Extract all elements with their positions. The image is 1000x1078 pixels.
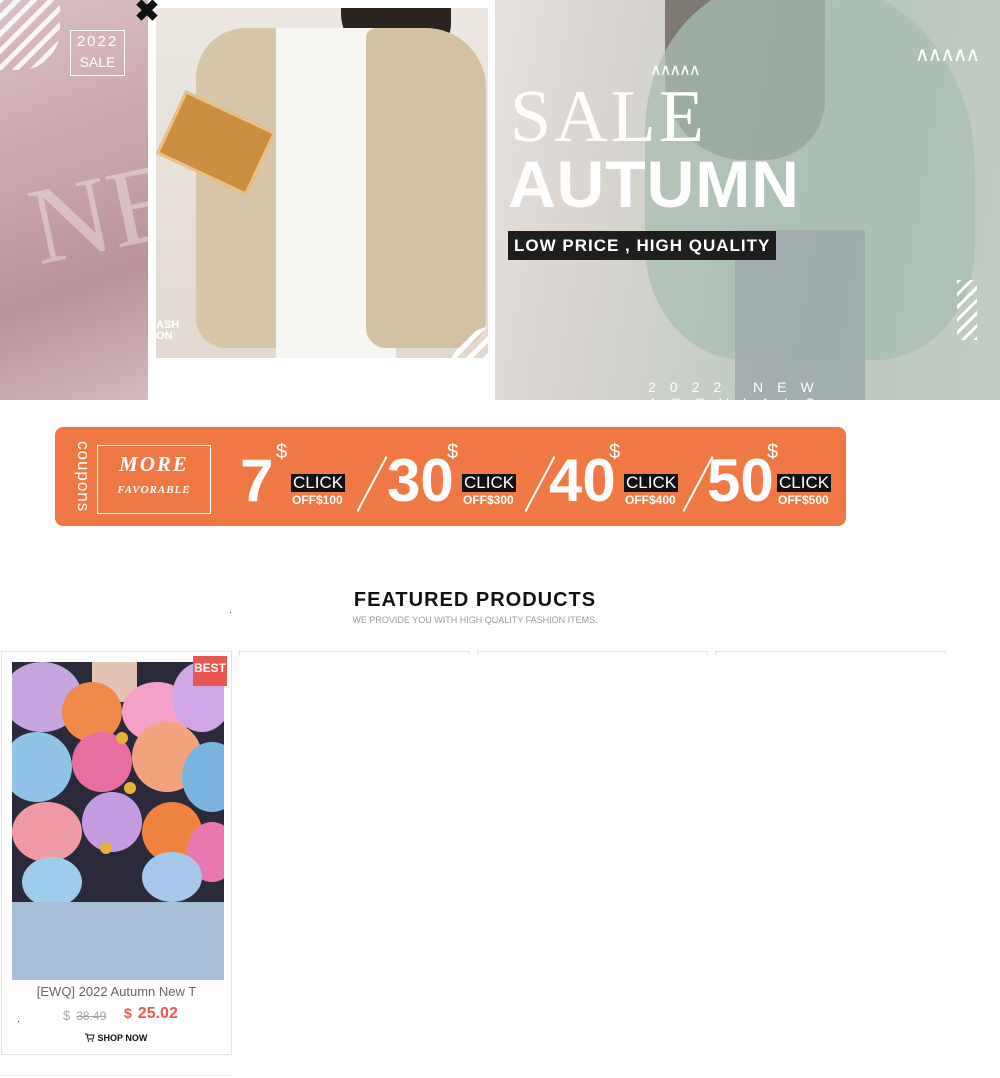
empty-product-card xyxy=(239,651,470,655)
close-icon[interactable]: ✖ xyxy=(134,0,160,27)
img-button xyxy=(124,782,136,794)
photo-cardigan-right xyxy=(366,28,486,348)
coupon-click-button[interactable]: CLICK xyxy=(462,474,517,492)
best-badge: BEST xyxy=(193,656,227,686)
coupon-currency: $ xyxy=(609,441,621,463)
img-patch xyxy=(142,852,202,902)
coupon-currency: $ xyxy=(447,441,459,463)
coupon-amount: 50 xyxy=(707,447,774,514)
coupon-30[interactable]: 30 $ CLICK OFF$300 xyxy=(387,437,527,517)
coupon-off: OFF$100 xyxy=(292,493,343,507)
img-patch xyxy=(22,857,82,907)
zigzag-decoration: ∧∧∧∧∧ xyxy=(915,44,980,66)
more-favorable-box: MORE FAVORABLE xyxy=(97,445,211,514)
img-patch xyxy=(82,792,142,852)
sale-badge: 2022 SALE xyxy=(70,30,125,76)
cart-icon xyxy=(85,1033,98,1043)
stray-dot xyxy=(18,1021,19,1022)
coupon-click-button[interactable]: CLICK xyxy=(777,474,832,492)
shop-now-label: SHOP NOW xyxy=(97,1033,148,1043)
img-patch xyxy=(12,802,82,862)
autumn-title: AUTUMN xyxy=(508,147,800,221)
coupon-amount: 30 xyxy=(387,447,454,514)
product-image[interactable] xyxy=(12,662,224,980)
hero-banner[interactable]: NE 2022 SALE ASH ON ∧∧∧∧∧ ∧∧∧∧∧ SALE AUTU… xyxy=(0,0,1000,400)
old-price: $38.49 xyxy=(63,1008,106,1023)
fashion-text: ASH ON xyxy=(156,319,180,342)
divider-line xyxy=(1,1075,232,1076)
photo-frame: ASH ON xyxy=(148,0,552,400)
coupon-click-button[interactable]: CLICK xyxy=(624,474,679,492)
currency-symbol: $ xyxy=(63,1008,71,1023)
empty-product-card xyxy=(477,651,708,655)
favorable-label: FAVORABLE xyxy=(117,484,191,496)
coupon-currency: $ xyxy=(767,441,779,463)
currency-symbol: $ xyxy=(124,1005,132,1021)
stray-dot xyxy=(230,612,231,613)
more-label: MORE xyxy=(119,452,189,476)
stripes-decoration xyxy=(0,0,60,70)
coupon-amount: 7 xyxy=(240,447,274,514)
coupon-50[interactable]: 50 $ CLICK OFF$500 xyxy=(707,437,847,517)
coupon-off: OFF$300 xyxy=(463,493,514,507)
sale-title: SALE xyxy=(510,76,707,158)
coupon-strip: coupons MORE FAVORABLE 7 $ CLICK OFF$100… xyxy=(55,427,846,526)
img-button xyxy=(100,842,112,854)
coupon-7[interactable]: 7 $ CLICK OFF$100 xyxy=(240,437,360,517)
watermark-text: NE xyxy=(18,138,148,288)
img-button xyxy=(116,732,128,744)
featured-subtitle: WE PROVIDE YOU WITH HIGH QUALITY FASHION… xyxy=(352,615,598,625)
badge-year: 2022 xyxy=(76,33,119,50)
coupon-amount: 40 xyxy=(549,447,616,514)
tagline: LOW PRICE , HIGH QUALITY xyxy=(508,231,777,260)
coupon-off: OFF$400 xyxy=(625,493,676,507)
new-price: $25.02 xyxy=(124,1005,178,1023)
badge-sale: SALE xyxy=(79,54,116,70)
coupon-40[interactable]: 40 $ CLICK OFF$400 xyxy=(549,437,689,517)
old-price-amount: 38.49 xyxy=(76,1009,107,1023)
coupon-click-button[interactable]: CLICK xyxy=(291,474,346,492)
divider-slash xyxy=(356,456,388,512)
img-jeans xyxy=(12,902,224,980)
empty-product-card xyxy=(715,651,946,655)
coupons-label: coupons xyxy=(74,441,93,513)
featured-title: FEATURED PRODUCTS xyxy=(353,589,597,611)
diagonal-lines-decoration xyxy=(957,280,977,340)
hero-left-panel: NE 2022 SALE xyxy=(0,0,148,400)
shop-now-button[interactable]: SHOP NOW xyxy=(85,1033,147,1043)
new-price-amount: 25.02 xyxy=(137,1005,178,1022)
product-name[interactable]: [EWQ] 2022 Autumn New T xyxy=(1,984,232,999)
model-photo: ASH ON xyxy=(156,8,488,358)
new-arrivals-text: 2022 NEW ARRVIALS xyxy=(648,379,828,400)
img-patch xyxy=(12,732,72,802)
coupon-currency: $ xyxy=(276,441,288,463)
coupon-off: OFF$500 xyxy=(778,493,829,507)
